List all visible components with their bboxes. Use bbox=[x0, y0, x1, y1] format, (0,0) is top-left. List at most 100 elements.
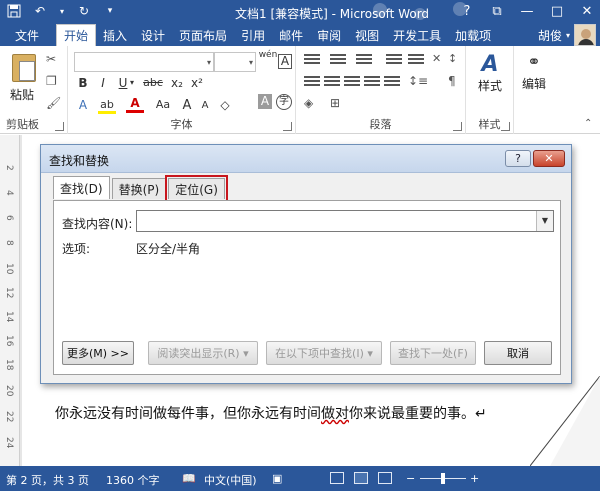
font-name-input[interactable]: ▾ bbox=[74, 52, 214, 72]
numbering-icon[interactable] bbox=[330, 54, 346, 66]
dialog-title: 查找和替换 bbox=[49, 154, 110, 168]
styles-button[interactable]: A 样式 bbox=[474, 52, 506, 94]
options-label: 选项: bbox=[62, 242, 91, 256]
decrease-indent-icon[interactable] bbox=[386, 54, 402, 66]
bold-button[interactable]: B bbox=[74, 76, 92, 90]
collapse-ribbon-icon[interactable]: ⌃ bbox=[584, 118, 592, 129]
zoom-in-icon[interactable]: + bbox=[470, 472, 479, 485]
dialog-help-button[interactable]: ? bbox=[505, 150, 531, 167]
change-case-button[interactable]: Aa bbox=[152, 98, 174, 111]
styles-launcher-icon[interactable] bbox=[501, 122, 510, 131]
clipboard-launcher-icon[interactable] bbox=[55, 122, 64, 131]
save-icon[interactable] bbox=[6, 3, 22, 19]
chevron-down-icon[interactable]: ▼ bbox=[536, 211, 553, 231]
print-layout-icon[interactable] bbox=[354, 472, 368, 484]
zoom-slider-thumb[interactable] bbox=[441, 473, 445, 484]
dialog-title-bar[interactable]: 查找和替换 ? ✕ bbox=[41, 145, 571, 173]
align-center-icon[interactable] bbox=[324, 76, 340, 88]
web-layout-icon[interactable] bbox=[378, 472, 392, 484]
status-bar: 第 2 页，共 3 页 1360 个字 📖 中文(中国) ▣ − + bbox=[0, 466, 600, 491]
tab-file[interactable]: 文件 bbox=[0, 24, 54, 46]
document-text[interactable]: 你永远没有时间做每件事，但你永远有时间做对你来说最重要的事。↵ bbox=[55, 403, 487, 423]
page-count[interactable]: 第 2 页，共 3 页 bbox=[6, 472, 89, 488]
cut-icon[interactable]: ✂ bbox=[46, 52, 56, 66]
tab-addins[interactable]: 加载项 bbox=[448, 24, 498, 46]
dialog-close-button[interactable]: ✕ bbox=[533, 150, 565, 167]
chevron-down-icon: ▾ bbox=[206, 58, 211, 67]
phonetic-guide-button[interactable]: wén bbox=[258, 50, 278, 60]
format-painter-icon[interactable]: 🖌 bbox=[46, 96, 61, 110]
paste-button-label[interactable]: 粘贴 bbox=[10, 86, 34, 103]
paragraph-launcher-icon[interactable] bbox=[453, 122, 462, 131]
multilevel-list-icon[interactable] bbox=[356, 54, 372, 66]
tab-design[interactable]: 设计 bbox=[134, 24, 172, 46]
font-size-input[interactable]: ▾ bbox=[214, 52, 256, 72]
sort-icon[interactable]: ↕ bbox=[448, 52, 457, 65]
char-border-button[interactable]: A bbox=[278, 54, 292, 69]
user-account[interactable]: 胡俊 ▾ bbox=[538, 24, 596, 46]
ruler-mark: 6 bbox=[4, 215, 14, 221]
ribbon-display-button[interactable]: ⧉ bbox=[488, 2, 506, 20]
close-button[interactable]: ✕ bbox=[578, 2, 596, 20]
shrink-font-button[interactable]: A bbox=[196, 100, 214, 111]
editing-button[interactable]: ⚭ 编辑 bbox=[518, 52, 550, 92]
tab-mailings[interactable]: 邮件 bbox=[272, 24, 310, 46]
subscript-button[interactable]: x₂ bbox=[168, 76, 186, 90]
tab-page-layout[interactable]: 页面布局 bbox=[172, 24, 234, 46]
grow-font-button[interactable]: A bbox=[178, 98, 196, 113]
copy-icon[interactable]: ❐ bbox=[46, 74, 57, 88]
tab-view[interactable]: 视图 bbox=[348, 24, 386, 46]
distributed-icon[interactable] bbox=[384, 76, 400, 88]
chinese-layout-icon[interactable]: ✕ bbox=[432, 52, 441, 65]
highlight-button[interactable]: ab bbox=[98, 98, 116, 114]
customize-qat-icon[interactable]: ▾ bbox=[102, 3, 118, 19]
find-in-button[interactable]: 在以下项中查找(I) ▾ bbox=[266, 341, 382, 365]
word-count[interactable]: 1360 个字 bbox=[106, 472, 160, 488]
dropdown-chevron-icon[interactable]: ▾ bbox=[58, 3, 66, 19]
line-spacing-icon[interactable]: ↕≡ bbox=[408, 74, 428, 88]
italic-button[interactable]: I bbox=[94, 76, 112, 90]
find-what-input[interactable] bbox=[136, 210, 554, 232]
align-right-icon[interactable] bbox=[344, 76, 360, 88]
macro-record-icon[interactable]: ▣ bbox=[272, 472, 282, 485]
maximize-button[interactable]: □ bbox=[548, 2, 566, 20]
superscript-button[interactable]: x² bbox=[188, 76, 206, 90]
borders-icon[interactable]: ⊞ bbox=[330, 96, 340, 110]
proofing-icon[interactable]: 📖 bbox=[182, 472, 196, 485]
tab-review[interactable]: 审阅 bbox=[310, 24, 348, 46]
paste-icon[interactable] bbox=[12, 54, 36, 82]
title-bar: ↶ ▾ ↻ ▾ 文档1 [兼容模式] - Microsoft Word ? ⧉ … bbox=[0, 0, 600, 24]
strikethrough-button[interactable]: abc bbox=[140, 76, 166, 89]
font-color-button[interactable]: A bbox=[126, 96, 144, 113]
redo-icon[interactable]: ↻ bbox=[76, 3, 92, 19]
minimize-button[interactable]: — bbox=[518, 2, 536, 20]
help-button[interactable]: ? bbox=[458, 2, 476, 20]
chevron-down-icon[interactable]: ▾ bbox=[128, 78, 136, 87]
tab-replace[interactable]: 替换(P) bbox=[111, 178, 167, 199]
font-launcher-icon[interactable] bbox=[283, 122, 292, 131]
undo-icon[interactable]: ↶ bbox=[32, 3, 48, 19]
show-marks-icon[interactable]: ¶ bbox=[448, 74, 456, 88]
text-effects-icon[interactable]: A bbox=[74, 98, 92, 112]
zoom-out-icon[interactable]: − bbox=[406, 472, 415, 485]
bullets-icon[interactable] bbox=[304, 54, 320, 66]
tab-insert[interactable]: 插入 bbox=[96, 24, 134, 46]
cancel-button[interactable]: 取消 bbox=[484, 341, 552, 365]
clear-format-icon[interactable]: ◇ bbox=[216, 98, 234, 112]
char-shading-icon[interactable]: A bbox=[258, 94, 272, 109]
language-indicator[interactable]: 中文(中国) bbox=[204, 472, 257, 488]
tab-developer[interactable]: 开发工具 bbox=[386, 24, 448, 46]
enclose-char-icon[interactable]: 字 bbox=[276, 94, 292, 110]
tab-references[interactable]: 引用 bbox=[234, 24, 272, 46]
reading-highlight-button[interactable]: 阅读突出显示(R) ▾ bbox=[148, 341, 258, 365]
justify-icon[interactable] bbox=[364, 76, 380, 88]
increase-indent-icon[interactable] bbox=[408, 54, 424, 66]
shading-icon[interactable]: ◈ bbox=[304, 96, 313, 110]
find-next-button[interactable]: 查找下一处(F) bbox=[390, 341, 476, 365]
tab-home[interactable]: 开始 bbox=[56, 24, 97, 46]
align-left-icon[interactable] bbox=[304, 76, 320, 88]
more-button[interactable]: 更多(M) >> bbox=[62, 341, 134, 365]
tab-goto[interactable]: 定位(G) bbox=[165, 175, 228, 202]
tab-find[interactable]: 查找(D) bbox=[53, 176, 110, 199]
read-mode-icon[interactable] bbox=[330, 472, 344, 484]
